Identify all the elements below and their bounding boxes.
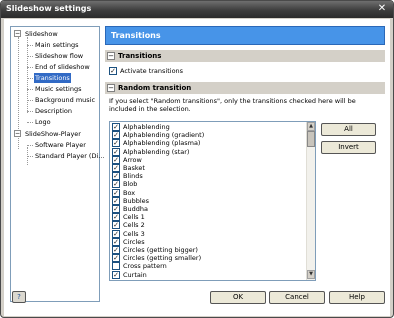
transition-checkbox[interactable]: ✓ — [112, 131, 120, 140]
transition-checkbox[interactable]: ✓ — [112, 221, 120, 230]
transition-checkbox[interactable]: ✓ — [112, 139, 120, 148]
scroll-up-icon[interactable]: ▲ — [307, 122, 315, 131]
section-transitions-header[interactable]: − Transitions — [105, 50, 385, 62]
collapse-icon[interactable]: − — [107, 52, 115, 60]
section-title: Transitions — [118, 52, 162, 60]
collapse-icon[interactable]: − — [107, 84, 115, 92]
settings-tree: − Slideshow Main settings Slideshow flow… — [10, 26, 104, 302]
tree-item-label: Slideshow — [25, 30, 58, 38]
transition-label: Alphablending (plasma) — [123, 139, 201, 148]
settings-dialog: Slideshow settings ✕ − Slideshow Main se… — [0, 0, 394, 318]
transition-checkbox[interactable]: ✓ — [112, 196, 120, 205]
transition-label: Cells 1 — [123, 213, 145, 222]
tree-item-label: Standard Player (Di... — [35, 152, 105, 160]
transition-label: Bubbles — [123, 196, 150, 205]
transition-label: Buddha — [123, 205, 148, 213]
transition-label: Cells 3 — [123, 229, 145, 238]
transition-checkbox[interactable] — [112, 262, 120, 271]
transition-checkbox[interactable]: ✓ — [112, 123, 120, 131]
title-bar[interactable]: Slideshow settings ✕ — [1, 1, 393, 18]
transition-checkbox[interactable]: ✓ — [112, 205, 120, 213]
tree-item-label: Description — [35, 107, 73, 115]
activate-transitions-label: Activate transitions — [120, 67, 184, 75]
section-random-header[interactable]: − Random transition — [105, 82, 385, 94]
collapse-icon[interactable]: − — [14, 30, 21, 37]
collapse-icon[interactable]: − — [14, 130, 21, 137]
transition-label: Box — [123, 188, 136, 197]
transition-label: Blinds — [123, 172, 143, 181]
tree-item-label: Transitions — [34, 73, 71, 83]
transition-label: Basket — [123, 164, 145, 172]
transition-label: Cross pattern — [123, 262, 167, 271]
window-title: Slideshow settings — [6, 4, 92, 13]
transition-label: Circles (getting smaller) — [123, 254, 202, 263]
cancel-button[interactable]: Cancel — [269, 291, 325, 304]
tree-item-label: Software Player — [35, 141, 86, 149]
select-all-button[interactable]: All — [321, 123, 376, 136]
section-title: Random transition — [118, 84, 192, 92]
tree-item-label: Main settings — [35, 41, 79, 49]
page-title: Transitions — [111, 31, 161, 40]
close-button[interactable]: ✕ — [376, 3, 388, 15]
transition-label: Alphablending — [123, 123, 170, 131]
invert-button[interactable]: Invert — [321, 141, 376, 154]
tree-item-label: SlideShow-Player — [25, 130, 81, 138]
scroll-down-icon[interactable]: ▼ — [307, 270, 315, 279]
tree-item-label: Background music — [35, 96, 96, 104]
ok-button[interactable]: OK — [210, 291, 266, 304]
dialog-client: − Slideshow Main settings Slideshow flow… — [4, 19, 390, 316]
transition-label: Blob — [123, 180, 138, 189]
scroll-thumb[interactable] — [307, 131, 315, 147]
transition-checkbox[interactable]: ✓ — [112, 270, 120, 279]
transition-checkbox[interactable]: ✓ — [112, 254, 120, 263]
transition-checkbox[interactable]: ✓ — [112, 172, 120, 181]
tree-item-label: Logo — [35, 118, 51, 126]
list-scrollbar[interactable]: ▲ ▼ — [306, 122, 315, 280]
tree-item-label: Slideshow flow — [35, 52, 84, 60]
help-button[interactable]: Help — [329, 291, 385, 304]
transition-checkbox[interactable]: ✓ — [112, 180, 120, 189]
transition-checkbox[interactable]: ✓ — [112, 147, 120, 156]
transition-label: Alphablending (gradient) — [123, 131, 205, 140]
transition-checkbox[interactable]: ✓ — [112, 155, 120, 164]
transition-label: Curtain — [123, 270, 147, 279]
transition-checkbox[interactable]: ✓ — [112, 164, 120, 172]
transition-checkbox[interactable]: ✓ — [112, 229, 120, 238]
help-book-icon[interactable]: ? — [12, 291, 26, 303]
tree-item-label: End of slideshow — [35, 63, 90, 71]
transition-checkbox[interactable]: ✓ — [112, 213, 120, 222]
transition-label: Arrow — [123, 155, 142, 164]
activate-transitions-checkbox[interactable]: ✓ — [109, 67, 117, 75]
transition-checkbox[interactable]: ✓ — [112, 246, 120, 254]
transition-label: Alphablending (star) — [123, 147, 190, 156]
random-info-text: If you select "Random transitions", only… — [109, 97, 356, 113]
transition-label: Circles (getting bigger) — [123, 246, 198, 254]
transition-label: Circles — [123, 237, 145, 246]
transitions-checklist[interactable]: ✓ Alphablending ✓ Alphablending (gradient) ✓… — [109, 121, 316, 281]
transition-checkbox[interactable]: ✓ — [112, 188, 120, 197]
transition-label: Cells 2 — [123, 221, 145, 230]
page-banner: Transitions — [105, 26, 385, 45]
transition-checkbox[interactable]: ✓ — [112, 237, 120, 246]
tree-item-label: Music settings — [35, 85, 82, 93]
